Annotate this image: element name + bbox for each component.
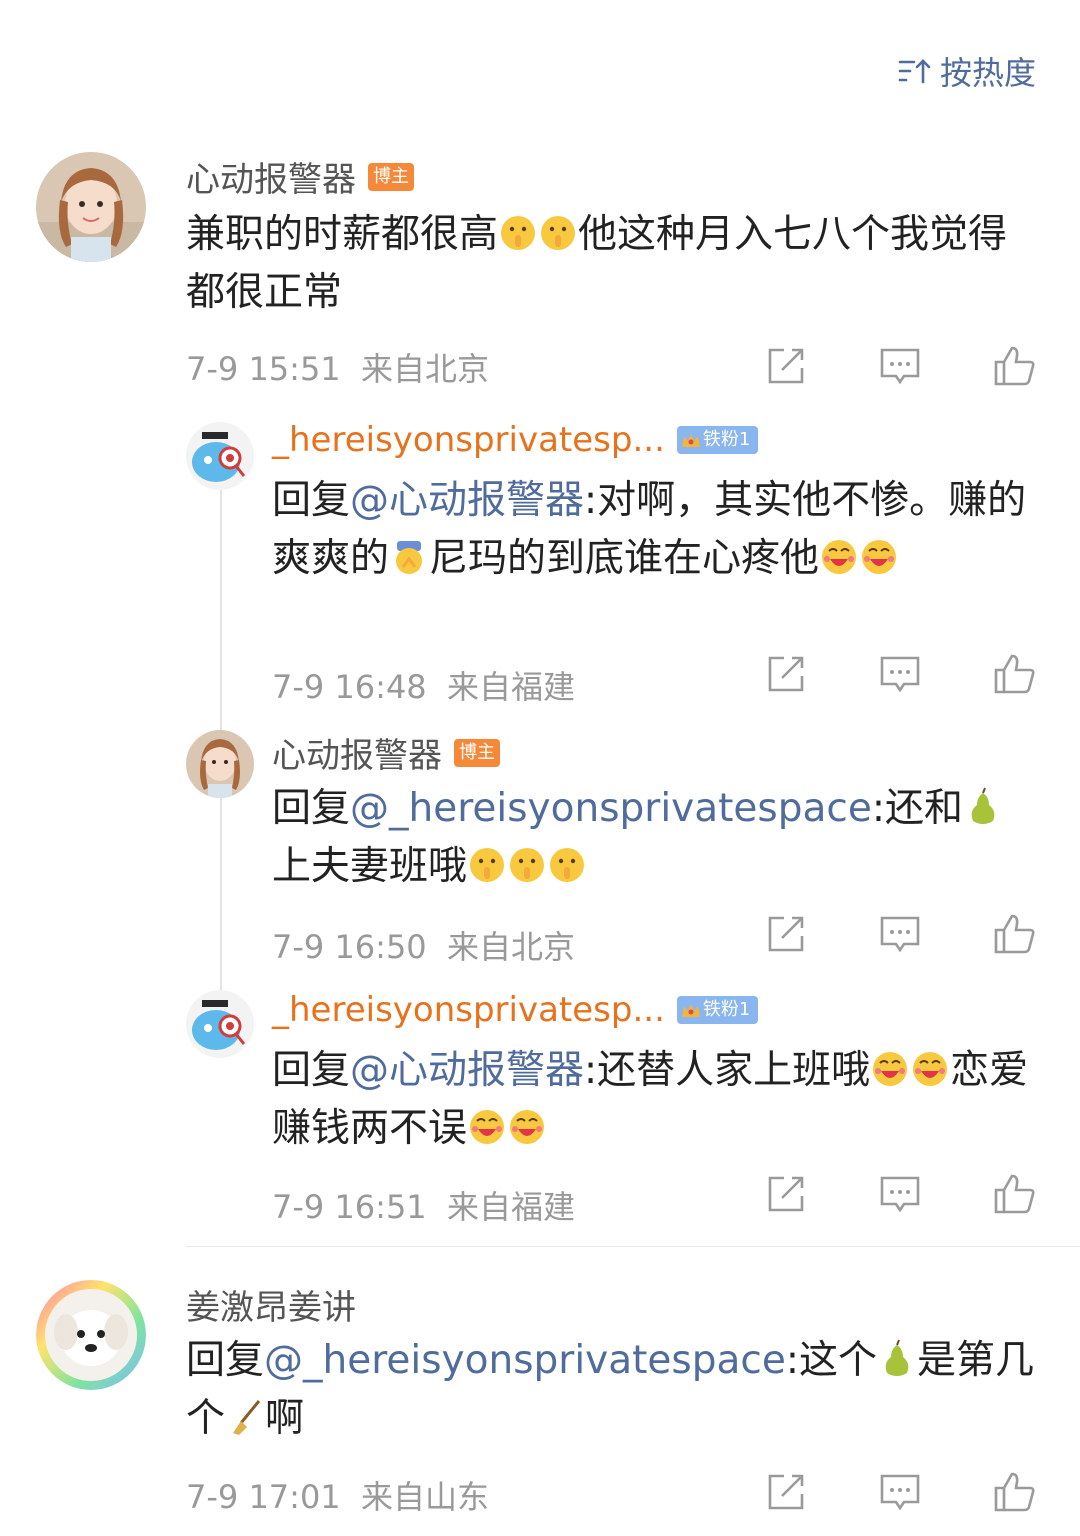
mention-link[interactable]: @心动报警器 — [350, 1048, 584, 1093]
divider — [186, 1246, 1080, 1247]
reply-prefix: 回复 — [272, 1048, 351, 1093]
comment-location: 来自北京 — [361, 350, 490, 388]
love-face-emoji-icon — [910, 1048, 950, 1088]
host-badge: 博主 — [368, 162, 414, 191]
comment-location: 来自北京 — [447, 928, 576, 966]
shush-emoji-icon — [547, 844, 587, 884]
commenter-name[interactable]: 心动报警器 — [272, 728, 442, 777]
pear-emoji-icon — [963, 786, 1003, 826]
avatar[interactable] — [36, 152, 146, 262]
comment-meta: 7-9 16:50 来自北京 — [272, 922, 575, 968]
shush-emoji-icon — [538, 212, 578, 252]
comment-icon[interactable] — [878, 912, 922, 956]
comment-time: 7-9 17:01 — [186, 1478, 341, 1516]
avatar[interactable] — [36, 1280, 146, 1390]
mention-link[interactable]: @_hereisyonsprivatespace — [350, 786, 872, 831]
comment-meta: 7-9 16:48 来自福建 — [272, 662, 575, 708]
comment-icon[interactable] — [878, 1470, 922, 1514]
share-icon[interactable] — [764, 1470, 808, 1514]
reply-prefix: 回复 — [186, 1338, 265, 1383]
mention-link[interactable]: @心动报警器 — [350, 478, 584, 523]
crown-icon — [681, 1004, 700, 1017]
sort-label: 按热度 — [939, 54, 1036, 92]
pray-emoji-icon — [389, 536, 429, 576]
comment-time: 7-9 16:50 — [272, 928, 427, 966]
reply-text: 回复@_hereisyonsprivatespace:还和上夫妻班哦 — [272, 780, 1032, 896]
avatar[interactable] — [186, 730, 254, 798]
share-icon[interactable] — [764, 344, 808, 388]
reply-prefix: 回复 — [272, 786, 351, 831]
comment-meta: 7-9 16:51 来自福建 — [272, 1182, 575, 1228]
comment-location: 来自福建 — [447, 1188, 576, 1226]
iron-fan-badge: 铁粉1 — [676, 426, 759, 454]
like-icon[interactable] — [992, 1172, 1036, 1216]
share-icon[interactable] — [764, 652, 808, 696]
comment-meta: 7-9 17:01 来自山东 — [186, 1472, 489, 1518]
share-icon[interactable] — [764, 912, 808, 956]
crown-icon — [681, 434, 700, 447]
commenter-name[interactable]: _hereisyonsprivatesp... — [272, 990, 665, 1030]
comment-icon[interactable] — [878, 652, 922, 696]
sort-by-heat-button[interactable]: 按热度 — [898, 48, 1036, 94]
avatar[interactable] — [186, 422, 254, 490]
pear-emoji-icon — [877, 1338, 917, 1378]
like-icon[interactable] — [992, 1470, 1036, 1514]
mention-link[interactable]: @_hereisyonsprivatespace — [264, 1338, 786, 1383]
reply-text: 回复@心动报警器:还替人家上班哦 恋爱赚钱两不误 — [272, 1048, 1029, 1151]
iron-fan-badge: 铁粉1 — [676, 996, 759, 1024]
like-icon[interactable] — [992, 344, 1036, 388]
love-face-emoji-icon — [859, 536, 899, 576]
comment-meta: 7-9 15:51 来自北京 — [186, 344, 489, 390]
love-face-emoji-icon — [819, 536, 859, 576]
commenter-name[interactable]: _hereisyonsprivatesp... — [272, 420, 665, 460]
like-icon[interactable] — [992, 912, 1036, 956]
love-face-emoji-icon — [467, 1106, 507, 1146]
love-face-emoji-icon — [507, 1106, 547, 1146]
comment-icon[interactable] — [878, 1172, 922, 1216]
sort-icon — [898, 59, 931, 84]
host-badge: 博主 — [454, 738, 500, 767]
broom-emoji-icon — [225, 1396, 265, 1436]
avatar[interactable] — [186, 990, 254, 1058]
commenter-name[interactable]: 心动报警器 — [186, 152, 356, 201]
shush-emoji-icon — [467, 844, 507, 884]
comment-location: 来自福建 — [447, 668, 576, 706]
shush-emoji-icon — [498, 212, 538, 252]
comment-time: 7-9 16:48 — [272, 668, 427, 706]
comment-text: 兼职的时薪都很高 他这种月入七八个我觉得都很正常 — [186, 212, 1008, 315]
comment-location: 来自山东 — [361, 1478, 490, 1516]
comment-time: 7-9 16:51 — [272, 1188, 427, 1226]
comment-time: 7-9 15:51 — [186, 350, 341, 388]
reply-prefix: 回复 — [272, 478, 351, 523]
like-icon[interactable] — [992, 652, 1036, 696]
comment-icon[interactable] — [878, 344, 922, 388]
shush-emoji-icon — [507, 844, 547, 884]
comment-text: 回复@_hereisyonsprivatespace:这个 是第几个啊 — [186, 1338, 1034, 1441]
share-icon[interactable] — [764, 1172, 808, 1216]
commenter-name[interactable]: 姜激昂姜讲 — [186, 1280, 356, 1329]
reply-text: 回复@心动报警器:对啊，其实他不惨。赚的爽爽的 尼玛的到底谁在心疼他 — [272, 478, 1027, 581]
love-face-emoji-icon — [870, 1048, 910, 1088]
